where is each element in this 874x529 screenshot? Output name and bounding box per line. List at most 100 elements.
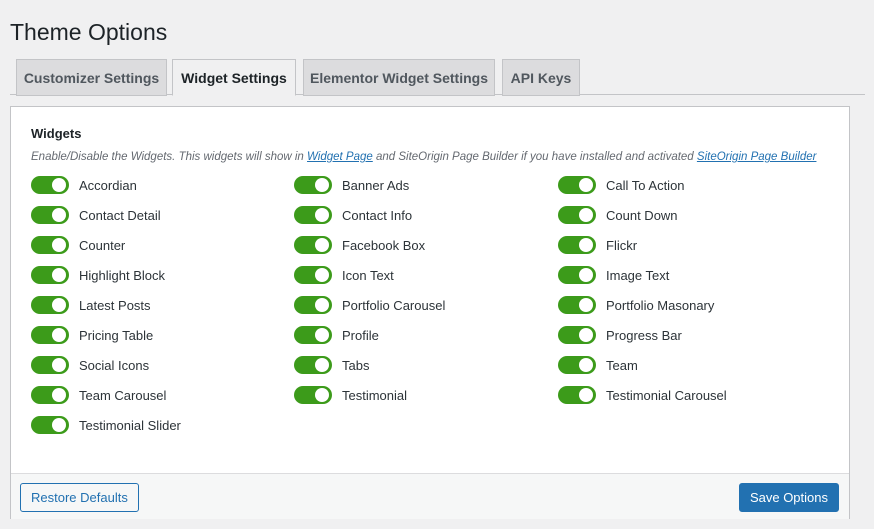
widget-toggle[interactable] <box>31 266 69 284</box>
toggle-knob <box>52 238 66 252</box>
widget-item: Team <box>558 355 638 375</box>
widget-toggle[interactable] <box>294 356 332 374</box>
restore-defaults-button[interactable]: Restore Defaults <box>20 483 139 512</box>
widget-toggle[interactable] <box>294 176 332 194</box>
widget-toggle[interactable] <box>558 356 596 374</box>
widget-toggle[interactable] <box>31 236 69 254</box>
widget-label: Contact Detail <box>79 207 161 223</box>
toggle-knob <box>52 358 66 372</box>
widget-label: Testimonial Carousel <box>606 387 727 403</box>
widget-toggle[interactable] <box>294 296 332 314</box>
tab-widget-settings[interactable]: Widget Settings <box>172 59 296 96</box>
widget-label: Profile <box>342 327 379 343</box>
toggle-knob <box>52 298 66 312</box>
widget-label: Team Carousel <box>79 387 167 403</box>
widget-toggle[interactable] <box>294 386 332 404</box>
toggle-knob <box>315 208 329 222</box>
widget-item: Pricing Table <box>31 325 153 345</box>
widget-label: Social Icons <box>79 357 150 373</box>
toggle-knob <box>579 358 593 372</box>
widget-item: Contact Detail <box>31 205 161 225</box>
toggle-knob <box>315 298 329 312</box>
widget-label: Image Text <box>606 267 670 283</box>
widget-item: Progress Bar <box>558 325 682 345</box>
widget-toggle[interactable] <box>558 326 596 344</box>
widget-label: Progress Bar <box>606 327 682 343</box>
tab-elementor-widget-settings[interactable]: Elementor Widget Settings <box>303 59 495 96</box>
toggle-knob <box>579 328 593 342</box>
siteorigin-page-builder-link[interactable]: SiteOrigin Page Builder <box>697 151 817 163</box>
widget-label: Latest Posts <box>79 297 151 313</box>
widget-label: Counter <box>79 237 126 253</box>
toggle-knob <box>52 388 66 402</box>
toggle-knob <box>579 388 593 402</box>
toggle-knob <box>315 328 329 342</box>
widget-item: Testimonial Slider <box>31 415 181 435</box>
widget-label: Portfolio Carousel <box>342 297 446 313</box>
widget-item: Call To Action <box>558 175 685 195</box>
toggle-knob <box>315 238 329 252</box>
widget-item: Social Icons <box>31 355 149 375</box>
widget-label: Flickr <box>606 237 638 253</box>
toggle-knob <box>315 388 329 402</box>
widget-item: Portfolio Masonary <box>558 295 714 315</box>
toggle-knob <box>52 208 66 222</box>
widget-item: Count Down <box>558 205 678 225</box>
tab-customizer-settings[interactable]: Customizer Settings <box>16 59 167 96</box>
widget-item: Icon Text <box>294 265 394 285</box>
widget-settings-panel: Widgets Enable/Disable the Widgets. This… <box>10 106 850 519</box>
widget-toggle[interactable] <box>294 236 332 254</box>
widget-toggle[interactable] <box>31 206 69 224</box>
widget-toggle[interactable] <box>31 356 69 374</box>
widget-toggle[interactable] <box>294 326 332 344</box>
widget-toggle[interactable] <box>558 386 596 404</box>
widget-label: Accordian <box>79 177 137 193</box>
toggle-knob <box>579 178 593 192</box>
widget-item: Portfolio Carousel <box>294 295 445 315</box>
description-text-mid: and SiteOrigin Page Builder if you have … <box>372 151 697 163</box>
widget-toggle[interactable] <box>558 296 596 314</box>
widget-item: Counter <box>31 235 125 255</box>
widget-item: Flickr <box>558 235 637 255</box>
widget-item: Latest Posts <box>31 295 151 315</box>
widget-toggle[interactable] <box>31 326 69 344</box>
widget-label: Facebook Box <box>342 237 426 253</box>
save-options-button[interactable]: Save Options <box>738 483 839 512</box>
widget-toggle[interactable] <box>31 176 69 194</box>
widget-toggle[interactable] <box>31 416 69 434</box>
widget-item: Contact Info <box>294 205 412 225</box>
widget-label: Count Down <box>606 207 678 223</box>
toggle-knob <box>52 268 66 282</box>
widget-label: Contact Info <box>342 207 413 223</box>
widget-item: Testimonial <box>294 385 407 405</box>
widget-item: Banner Ads <box>294 175 409 195</box>
widget-label: Banner Ads <box>342 177 410 193</box>
widget-item: Image Text <box>558 265 669 285</box>
widget-toggle[interactable] <box>31 296 69 314</box>
widget-label: Testimonial <box>342 387 408 403</box>
toggle-knob <box>315 268 329 282</box>
toggle-knob <box>52 178 66 192</box>
widget-page-link[interactable]: Widget Page <box>307 151 373 163</box>
widget-toggle[interactable] <box>31 386 69 404</box>
toggle-knob <box>315 178 329 192</box>
section-title: Widgets <box>31 126 82 141</box>
widget-toggle[interactable] <box>558 266 596 284</box>
widget-toggle[interactable] <box>294 206 332 224</box>
widget-label: Highlight Block <box>79 267 165 283</box>
widget-item: Team Carousel <box>31 385 166 405</box>
widget-item: Testimonial Carousel <box>558 385 727 405</box>
widget-toggle[interactable] <box>558 176 596 194</box>
toggle-knob <box>579 238 593 252</box>
widget-label: Icon Text <box>342 267 394 283</box>
page-title: Theme Options <box>10 19 168 45</box>
toggle-knob <box>579 298 593 312</box>
tab-bar: Customizer Settings Widget Settings Elem… <box>10 59 865 96</box>
toggle-knob <box>52 328 66 342</box>
widget-toggle[interactable] <box>294 266 332 284</box>
widget-toggle[interactable] <box>558 236 596 254</box>
description-text-pre: Enable/Disable the Widgets. This widgets… <box>31 151 308 163</box>
widget-label: Call To Action <box>606 177 685 193</box>
tab-api-keys[interactable]: API Keys <box>502 59 580 96</box>
widget-toggle[interactable] <box>558 206 596 224</box>
